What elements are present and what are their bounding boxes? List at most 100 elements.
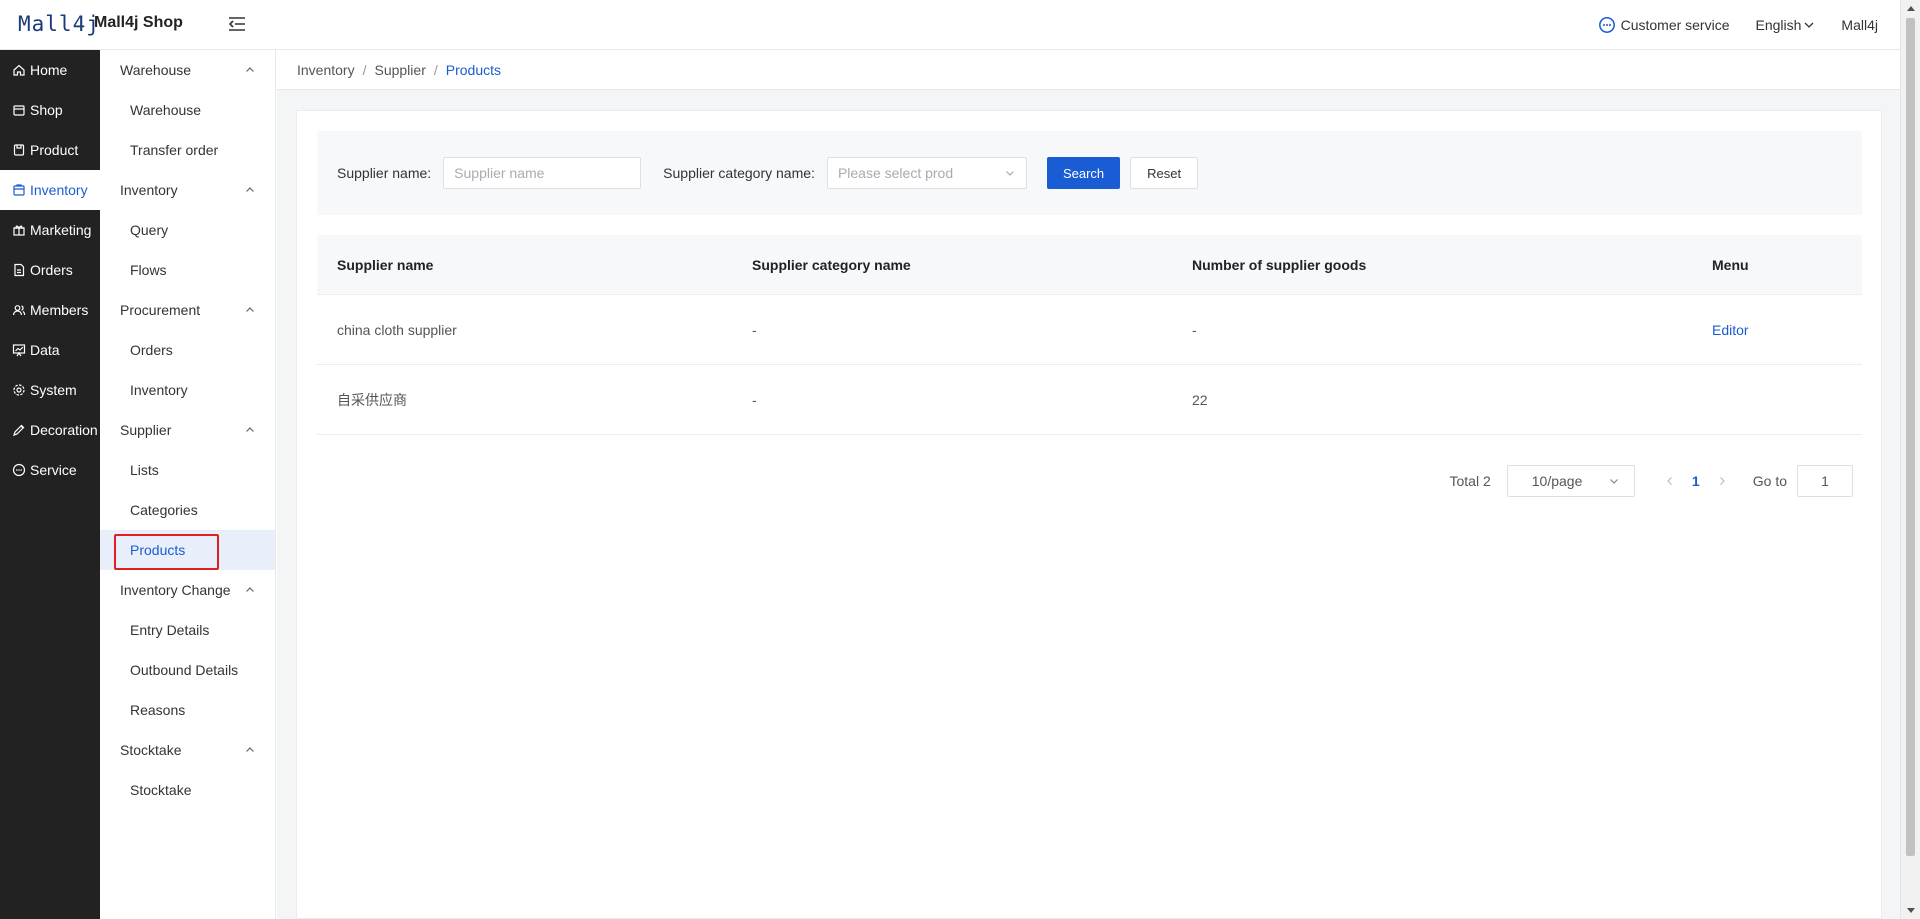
secondary-sidebar: Warehouse Warehouse Transfer order Inven… [100,50,276,919]
subnav-group-warehouse[interactable]: Warehouse [100,50,275,90]
customer-service-label: Customer service [1620,17,1730,33]
nav-orders-label: Orders [30,262,73,278]
product-icon [13,144,25,156]
chat-icon [12,463,26,477]
breadcrumb-supplier[interactable]: Supplier [374,62,425,78]
menu-fold-icon[interactable] [226,13,248,35]
subnav-item-warehouse[interactable]: Warehouse [100,90,275,130]
nav-members[interactable]: Members [0,290,100,330]
editor-link[interactable]: Editor [1712,322,1749,338]
subnav-group-label: Inventory Change [120,582,231,598]
nav-system[interactable]: System [0,370,100,410]
shop-name: Mall4j Shop [94,14,183,31]
subnav-item-procurement-inventory[interactable]: Inventory [100,370,275,410]
nav-decoration-label: Decoration [30,422,98,438]
nav-home[interactable]: Home [0,50,100,90]
table-cell: - [752,321,757,338]
scrollbar-thumb[interactable] [1906,18,1915,856]
table-cell: 自采供应商 [337,391,407,408]
highlight-box [114,534,219,570]
user-menu[interactable]: Mall4j [1841,17,1878,33]
subnav-group-label: Supplier [120,422,172,438]
subnav-item-transfer-order[interactable]: Transfer order [100,130,275,170]
subnav-item-entry-details[interactable]: Entry Details [100,610,275,650]
search-button[interactable]: Search [1046,157,1121,189]
language-dropdown[interactable]: English [1756,17,1816,33]
goto-page-input[interactable] [1797,465,1853,497]
document-icon [14,263,25,277]
nav-service[interactable]: Service [0,450,100,490]
reset-button[interactable]: Reset [1130,157,1199,189]
table-header: Supplier name Supplier category name Num… [317,235,1862,295]
members-icon [12,305,26,316]
breadcrumb: Inventory / Supplier / Products [277,50,1900,90]
table-cell: - [752,391,757,408]
table-row: china cloth supplier - - Editor [317,295,1862,365]
nav-members-label: Members [30,302,89,318]
category-select-placeholder: Please select prod [837,165,954,181]
subnav-group-label: Inventory [120,182,178,198]
nav-service-label: Service [30,462,77,478]
nav-inventory[interactable]: Inventory [0,170,100,210]
subnav-item-orders[interactable]: Orders [100,330,275,370]
subnav-group-label: Procurement [120,302,201,318]
filter-bar: Supplier name: Supplier category name: P… [317,131,1862,215]
scroll-down-icon[interactable] [1907,908,1915,913]
subnav-item-lists[interactable]: Lists [100,450,275,490]
nav-product[interactable]: Product [0,130,100,170]
nav-shop-label: Shop [30,102,63,118]
page-number[interactable]: 1 [1681,473,1711,489]
chevron-up-icon [246,307,254,312]
page-size-select[interactable]: 10/page [1506,465,1635,497]
subnav-group-inventory[interactable]: Inventory [100,170,275,210]
subnav-group-inventory-change[interactable]: Inventory Change [100,570,275,610]
nav-decoration[interactable]: Decoration [0,410,100,450]
brush-icon [13,424,25,436]
subnav-item-products[interactable]: Products [100,530,275,570]
scroll-up-icon[interactable] [1907,6,1915,11]
table-cell: - [1192,321,1197,338]
table-cell: 22 [1192,391,1208,408]
table-cell: china cloth supplier [337,321,457,338]
chevron-up-icon [246,427,254,432]
subnav-item-query[interactable]: Query [100,210,275,250]
column-header: Supplier category name [752,256,911,273]
nav-inventory-label: Inventory [30,182,88,198]
gear-icon [13,384,25,396]
nav-data[interactable]: Data [0,330,100,370]
subnav-group-stocktake[interactable]: Stocktake [100,730,275,770]
gift-icon [13,225,25,236]
category-select[interactable]: Please select prod [826,157,1027,189]
subnav-item-outbound-details[interactable]: Outbound Details [100,650,275,690]
subnav-group-procurement[interactable]: Procurement [100,290,275,330]
customer-service-button[interactable]: Customer service [1598,16,1730,34]
nav-orders[interactable]: Orders [0,250,100,290]
subnav-item-categories[interactable]: Categories [100,490,275,530]
subnav-item-flows[interactable]: Flows [100,250,275,290]
subnav-item-reasons[interactable]: Reasons [100,690,275,730]
subnav-item-stocktake[interactable]: Stocktake [100,770,275,810]
table-row: 自采供应商 - 22 [317,365,1862,435]
main-sidebar: Home Shop Product Inventory Marketing Or… [0,50,100,919]
chevron-left-icon [1666,477,1672,485]
chevron-down-icon [1804,22,1814,28]
nav-product-label: Product [30,142,79,158]
pagination: Total 2 10/page 1 Go to [1449,465,1853,497]
vertical-scrollbar[interactable] [1900,0,1920,919]
next-page-button[interactable] [1711,465,1733,497]
nav-marketing[interactable]: Marketing [0,210,100,250]
breadcrumb-inventory[interactable]: Inventory [297,62,355,78]
pagination-total: Total 2 [1449,473,1491,489]
nav-data-label: Data [30,342,60,358]
nav-marketing-label: Marketing [30,222,92,238]
subnav-group-supplier[interactable]: Supplier [100,410,275,450]
chevron-down-icon [1006,171,1014,176]
home-icon [13,64,25,76]
chat-bubble-icon [1598,17,1615,33]
nav-shop[interactable]: Shop [0,90,100,130]
supplier-name-input[interactable] [443,157,642,189]
column-header: Number of supplier goods [1192,256,1367,273]
category-label: Supplier category name: [663,165,815,181]
prev-page-button[interactable] [1659,465,1681,497]
nav-system-label: System [30,382,77,398]
